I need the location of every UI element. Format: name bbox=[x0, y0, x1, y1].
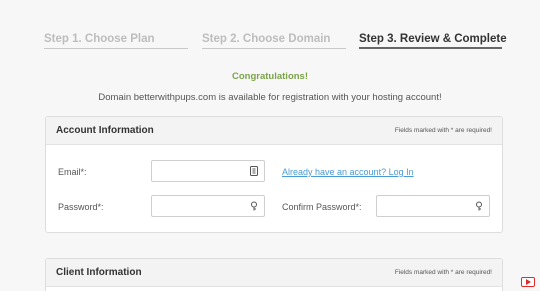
account-information-panel: Account Information Fields marked with *… bbox=[45, 116, 503, 233]
confirm-password-label: Confirm Password*: bbox=[282, 202, 362, 212]
key-icon bbox=[476, 201, 482, 211]
step-underline bbox=[202, 48, 346, 49]
step-label: Step 1. Choose Plan bbox=[44, 33, 155, 45]
password-field[interactable] bbox=[151, 195, 265, 217]
domain-availability-message: Domain betterwithpups.com is available f… bbox=[98, 92, 442, 103]
confirm-password-field[interactable] bbox=[376, 195, 490, 217]
required-note: Fields marked with * are required! bbox=[394, 127, 492, 134]
step-choose-plan[interactable]: Step 1. Choose Plan bbox=[44, 33, 188, 50]
password-label: Password*: bbox=[58, 202, 104, 212]
step-label: Step 2. Choose Domain bbox=[202, 33, 331, 45]
step-review-complete[interactable]: Step 3. Review & Complete bbox=[359, 33, 507, 50]
required-note: Fields marked with * are required! bbox=[394, 269, 492, 276]
key-icon bbox=[251, 201, 257, 211]
panel-header: Account Information Fields marked with *… bbox=[46, 117, 502, 145]
login-link[interactable]: Already have an account? Log In bbox=[282, 167, 414, 177]
client-information-panel: Client Information Fields marked with * … bbox=[45, 258, 503, 291]
step-choose-domain[interactable]: Step 2. Choose Domain bbox=[202, 33, 346, 50]
step-navigation: Step 1. Choose Plan Step 2. Choose Domai… bbox=[44, 33, 507, 53]
id-card-icon bbox=[250, 166, 258, 176]
step-underline bbox=[44, 48, 188, 49]
panel-title: Client Information bbox=[56, 267, 142, 278]
panel-title: Account Information bbox=[56, 125, 154, 136]
congrats-message: Congratulations! bbox=[232, 71, 308, 82]
panel-header: Client Information Fields marked with * … bbox=[46, 259, 502, 287]
page: Step 1. Choose Plan Step 2. Choose Domai… bbox=[0, 0, 540, 291]
email-label: Email*: bbox=[58, 167, 87, 177]
step-label: Step 3. Review & Complete bbox=[359, 33, 507, 45]
youtube-icon[interactable] bbox=[521, 277, 535, 287]
step-underline-active bbox=[359, 47, 502, 49]
email-field[interactable] bbox=[151, 160, 265, 182]
